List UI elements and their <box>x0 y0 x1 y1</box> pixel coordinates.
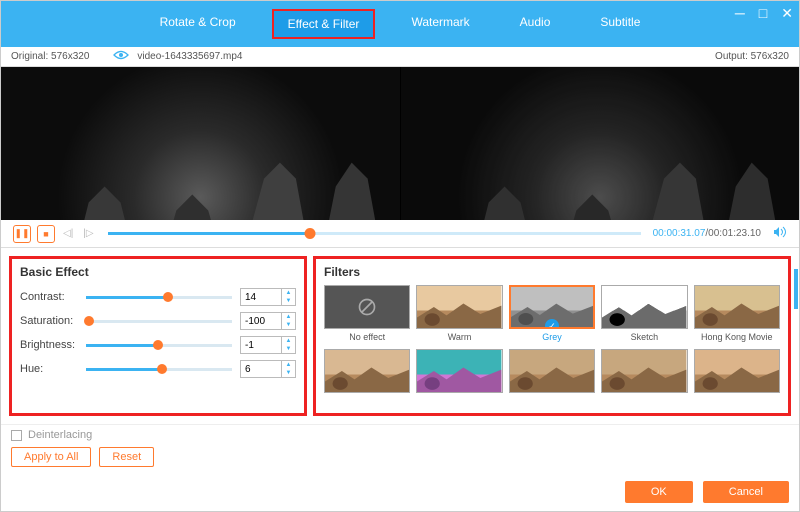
seek-slider[interactable] <box>108 232 641 235</box>
preview-panes <box>1 67 799 220</box>
effect-value-input[interactable] <box>241 361 281 377</box>
basic-effect-row: Contrast: ▲▼ <box>20 285 296 309</box>
spin-up-icon[interactable]: ▲ <box>282 361 295 369</box>
basic-effect-panel: Basic Effect Contrast:▲▼Saturation:▲▼Bri… <box>9 256 307 416</box>
effect-label: Contrast: <box>20 291 86 303</box>
filter-item <box>509 349 595 407</box>
tab-watermark[interactable]: Watermark <box>397 9 483 39</box>
next-frame-button[interactable]: |▷ <box>81 228 95 239</box>
output-resolution: Output: 576x320 <box>715 51 789 62</box>
filters-panel: Filters No effect Warm ✓ Grey Sketch Hong Kon… <box>313 256 791 416</box>
effect-label: Brightness: <box>20 339 86 351</box>
effect-slider[interactable] <box>86 320 232 323</box>
info-bar: Original: 576x320 video-1643335697.mp4 O… <box>1 47 799 67</box>
basic-effect-row: Hue: ▲▼ <box>20 357 296 381</box>
original-preview <box>1 67 400 220</box>
deinterlacing-row: Deinterlacing <box>11 429 789 441</box>
effect-spinbox[interactable]: ▲▼ <box>240 288 296 306</box>
filters-title: Filters <box>324 265 780 279</box>
filter-thumb-grey[interactable]: ✓ <box>509 285 595 329</box>
effect-slider[interactable] <box>86 344 232 347</box>
effect-spinbox[interactable]: ▲▼ <box>240 336 296 354</box>
minimize-icon[interactable]: ─ <box>735 5 745 22</box>
volume-icon[interactable] <box>773 226 787 241</box>
check-icon: ✓ <box>545 319 559 329</box>
spin-down-icon[interactable]: ▼ <box>282 321 295 329</box>
bottom-bar: Deinterlacing Apply to All Reset OK Canc… <box>1 424 799 511</box>
reset-button[interactable]: Reset <box>99 447 154 467</box>
filter-thumb-sketch[interactable] <box>601 285 687 329</box>
effect-label: Hue: <box>20 363 86 375</box>
ok-button[interactable]: OK <box>625 481 693 503</box>
filter-thumb-unnamed-8[interactable] <box>601 349 687 393</box>
filter-item <box>324 349 410 407</box>
main-tabs: Rotate & Crop Effect & Filter Watermark … <box>1 9 799 39</box>
filter-name-label: Hong Kong Movie <box>701 332 773 343</box>
basic-effect-row: Brightness: ▲▼ <box>20 333 296 357</box>
deinterlacing-label: Deinterlacing <box>28 429 92 441</box>
filter-item: ✓ Grey <box>509 285 595 343</box>
pause-button[interactable]: ❚❚ <box>13 225 31 243</box>
effect-slider[interactable] <box>86 368 232 371</box>
filter-item: No effect <box>324 285 410 343</box>
filter-thumb-warm[interactable] <box>416 285 502 329</box>
spin-up-icon[interactable]: ▲ <box>282 313 295 321</box>
filter-thumb-unnamed-6[interactable] <box>416 349 502 393</box>
time-display: 00:00:31.07/00:01:23.10 <box>653 228 761 239</box>
apply-to-all-button[interactable]: Apply to All <box>11 447 91 467</box>
filter-item: Warm <box>416 285 502 343</box>
filter-thumb-unnamed-9[interactable] <box>694 349 780 393</box>
cancel-button[interactable]: Cancel <box>703 481 789 503</box>
spin-down-icon[interactable]: ▼ <box>282 345 295 353</box>
tab-audio[interactable]: Audio <box>506 9 565 39</box>
prev-frame-button[interactable]: ◁| <box>61 228 75 239</box>
filter-item <box>416 349 502 407</box>
stop-button[interactable]: ■ <box>37 225 55 243</box>
transport-bar: ❚❚ ■ ◁| |▷ 00:00:31.07/00:01:23.10 <box>1 220 799 249</box>
spin-down-icon[interactable]: ▼ <box>282 297 295 305</box>
tab-subtitle[interactable]: Subtitle <box>586 9 654 39</box>
filter-name-label: Sketch <box>631 332 659 343</box>
tab-effect-filter[interactable]: Effect & Filter <box>272 9 376 39</box>
effect-value-input[interactable] <box>241 289 281 305</box>
filter-item <box>694 349 780 407</box>
filter-name-label: Grey <box>542 332 562 343</box>
effect-spinbox[interactable]: ▲▼ <box>240 312 296 330</box>
effect-slider[interactable] <box>86 296 232 299</box>
filter-thumb-hong-kong-movie[interactable] <box>694 285 780 329</box>
original-resolution: Original: 576x320 <box>11 51 89 62</box>
filter-name-label: No effect <box>349 332 385 343</box>
effect-label: Saturation: <box>20 315 86 327</box>
output-preview <box>401 67 800 220</box>
preview-toggle-icon[interactable] <box>113 49 129 63</box>
basic-effect-row: Saturation: ▲▼ <box>20 309 296 333</box>
filter-item: Hong Kong Movie <box>694 285 780 343</box>
filters-scrollbar[interactable] <box>794 269 798 309</box>
spin-up-icon[interactable]: ▲ <box>282 337 295 345</box>
filter-item <box>601 349 687 407</box>
tab-rotate-crop[interactable]: Rotate & Crop <box>146 9 250 39</box>
close-icon[interactable]: ✕ <box>781 5 793 22</box>
filter-thumb-unnamed-7[interactable] <box>509 349 595 393</box>
filter-thumb-unnamed-5[interactable] <box>324 349 410 393</box>
filename-label: video-1643335697.mp4 <box>129 43 715 70</box>
basic-effect-title: Basic Effect <box>20 265 296 279</box>
filter-name-label: Warm <box>448 332 472 343</box>
deinterlacing-checkbox[interactable] <box>11 430 22 441</box>
maximize-icon[interactable]: □ <box>759 5 767 22</box>
filter-thumb-no-effect[interactable] <box>324 285 410 329</box>
effect-value-input[interactable] <box>241 313 281 329</box>
titlebar: Rotate & Crop Effect & Filter Watermark … <box>1 1 799 47</box>
spin-up-icon[interactable]: ▲ <box>282 289 295 297</box>
filter-item: Sketch <box>601 285 687 343</box>
effect-spinbox[interactable]: ▲▼ <box>240 360 296 378</box>
effect-value-input[interactable] <box>241 337 281 353</box>
window-controls: ─ □ ✕ <box>735 5 793 22</box>
spin-down-icon[interactable]: ▼ <box>282 369 295 377</box>
